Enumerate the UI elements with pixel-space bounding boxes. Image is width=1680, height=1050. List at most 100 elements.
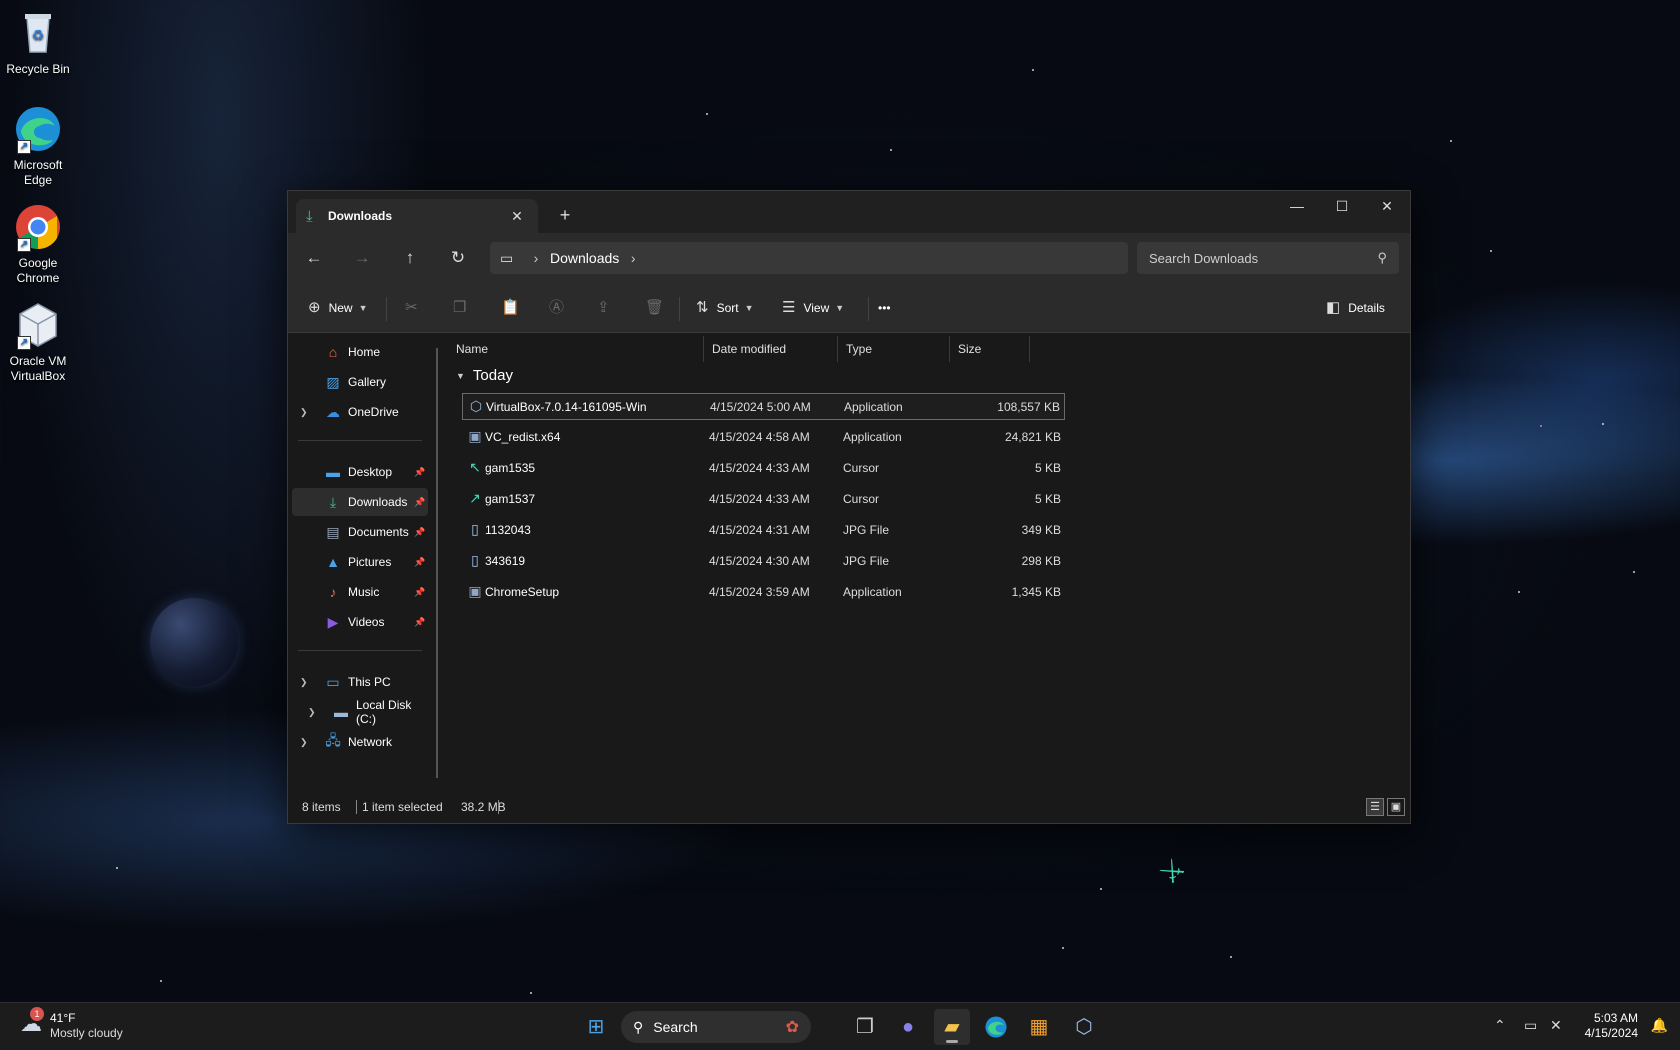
sidebar-item-onedrive[interactable]: ❯ ☁ OneDrive (292, 398, 428, 426)
file-name: gam1535 (485, 461, 536, 475)
back-button[interactable]: ← (297, 242, 331, 274)
desktop-icon: ▬ (326, 464, 340, 480)
start-button[interactable]: ⊞ (578, 1009, 614, 1045)
network-status-icon[interactable]: ✕ (1550, 1017, 1562, 1034)
clock[interactable]: 5:03 AM 4/15/2024 (1585, 1011, 1638, 1041)
sidebar-item-music[interactable]: ♪ Music 📌 (292, 578, 428, 606)
weather-widget[interactable]: ☁ 1 41°F Mostly cloudy (20, 1007, 123, 1041)
file-size: 5 KB (1034, 492, 1061, 506)
share-button[interactable]: ⇪ (597, 295, 610, 321)
file-size: 5 KB (1034, 461, 1061, 475)
sidebar-item-this-pc[interactable]: ❯ ▭ This PC (292, 668, 428, 696)
file-row[interactable]: ↗ gam1537 4/15/2024 4:33 AM Cursor 5 KB (462, 486, 1065, 513)
details-view-button[interactable]: ☰ (1366, 798, 1384, 816)
forward-button[interactable]: → (345, 242, 379, 274)
taskbar: ☁ 1 41°F Mostly cloudy ⊞ ⚲ Search ✿ ❐ ● … (0, 1002, 1680, 1050)
pin-icon[interactable]: 📌 (414, 467, 428, 478)
file-explorer-taskbar-button[interactable]: ▰ (934, 1009, 970, 1045)
virtualbox-taskbar-button[interactable]: ⬡ (1066, 1009, 1102, 1045)
disk-icon: ▬ (334, 704, 348, 720)
file-row[interactable]: ⬡ VirtualBox-7.0.14-161095-Win 4/15/2024… (462, 393, 1065, 420)
file-row[interactable]: ▣ ChromeSetup 4/15/2024 3:59 AM Applicat… (462, 579, 1065, 606)
chevron-right-icon[interactable]: › (619, 250, 647, 266)
sidebar-item-desktop[interactable]: ▬ Desktop 📌 (292, 458, 428, 486)
new-tab-button[interactable]: + (550, 201, 580, 229)
chevron-right-icon[interactable]: ❯ (300, 407, 322, 418)
file-row[interactable]: ↖ gam1535 4/15/2024 4:33 AM Cursor 5 KB (462, 455, 1065, 482)
sidebar-item-pictures[interactable]: ▲ Pictures 📌 (292, 548, 428, 576)
desktop-icon-recycle-bin[interactable]: ♻ Recycle Bin (0, 8, 76, 77)
details-pane-icon: ◧ (1326, 299, 1341, 316)
tab-downloads[interactable]: ⤓ Downloads ✕ (296, 199, 538, 233)
delete-button[interactable]: 🗑 (645, 295, 664, 321)
sidebar-item-documents[interactable]: ▤ Documents 📌 (292, 518, 428, 546)
chevron-down-icon: ▼ (744, 303, 754, 313)
minimize-button[interactable]: — (1274, 191, 1320, 223)
paste-button[interactable]: 📋 (501, 295, 520, 321)
up-button[interactable]: ↑ (393, 242, 427, 274)
file-type: Cursor (843, 492, 880, 506)
command-bar: ⊕ New ▼ ✂ ❐ 📋 Ⓐ ⇪ 🗑 ⇅ Sort ▼ ☰ View ▼ ••… (288, 283, 1410, 333)
sidebar-scrollbar[interactable] (436, 348, 438, 778)
column-header-type[interactable]: Type (838, 336, 950, 362)
sidebar-item-gallery[interactable]: ▨ Gallery (292, 368, 428, 396)
new-button[interactable]: ⊕ New ▼ (308, 295, 368, 321)
file-date: 4/15/2024 5:00 AM (710, 400, 811, 414)
navigation-bar: ← → ↑ ↻ ▭ › Downloads › ⚲ (288, 233, 1410, 283)
pin-icon[interactable]: 📌 (414, 587, 428, 598)
column-header-size[interactable]: Size (950, 336, 1030, 362)
search-box[interactable]: ⚲ (1137, 242, 1399, 274)
file-row[interactable]: ▯ 1132043 4/15/2024 4:31 AM JPG File 349… (462, 517, 1065, 544)
cut-button[interactable]: ✂ (405, 295, 418, 321)
pin-icon[interactable]: 📌 (414, 527, 428, 538)
file-name: 1132043 (485, 523, 531, 537)
column-header-name[interactable]: Name (448, 336, 704, 362)
sidebar-item-videos[interactable]: ▶ Videos 📌 (292, 608, 428, 636)
sort-button[interactable]: ⇅ Sort ▼ (696, 295, 754, 321)
desktop-icon-edge[interactable]: ↗ Microsoft Edge (0, 104, 76, 188)
refresh-button[interactable]: ↻ (441, 242, 475, 274)
desktop-icon-virtualbox[interactable]: ↗ Oracle VM VirtualBox (0, 300, 76, 384)
column-header-date-modified[interactable]: Date modified (704, 336, 838, 362)
sidebar-item-local-disk[interactable]: ❯ ▬ Local Disk (C:) (300, 698, 432, 726)
close-tab-button[interactable]: ✕ (506, 208, 528, 225)
virtualbox-icon: ⬡ (469, 398, 483, 414)
pin-icon[interactable]: 📌 (414, 557, 428, 568)
sidebar-item-label: This PC (348, 675, 391, 689)
file-row[interactable]: ▣ VC_redist.x64 4/15/2024 4:58 AM Applic… (462, 424, 1065, 451)
rename-button[interactable]: Ⓐ (549, 295, 564, 321)
chevron-right-icon[interactable]: ❯ (308, 707, 330, 718)
task-view-button[interactable]: ❐ (847, 1009, 883, 1045)
edge-taskbar-button[interactable] (978, 1009, 1014, 1045)
pin-icon[interactable]: 📌 (414, 617, 428, 628)
notification-bell-icon[interactable]: 🔔 (1651, 1017, 1668, 1034)
search-input[interactable] (1149, 250, 1378, 266)
sidebar-item-network[interactable]: ❯ 🖧 Network (292, 728, 428, 756)
breadcrumb-downloads[interactable]: Downloads (550, 250, 619, 266)
copy-button[interactable]: ❐ (453, 295, 466, 321)
sidebar-item-home[interactable]: ⌂ Home (292, 338, 428, 366)
large-icons-view-button[interactable]: ▣ (1387, 798, 1405, 816)
file-size: 24,821 KB (1004, 430, 1061, 444)
pin-icon[interactable]: 📌 (414, 497, 428, 508)
group-header-today[interactable]: ▼ Today (456, 367, 513, 384)
gallery-icon: ▨ (326, 373, 340, 390)
file-row[interactable]: ▯ 343619 4/15/2024 4:30 AM JPG File 298 … (462, 548, 1065, 575)
view-button[interactable]: ☰ View ▼ (782, 295, 844, 321)
sidebar-item-label: Pictures (348, 555, 392, 569)
chevron-right-icon[interactable]: ❯ (300, 737, 322, 748)
taskbar-search[interactable]: ⚲ Search ✿ (621, 1011, 811, 1043)
close-window-button[interactable]: ✕ (1364, 191, 1410, 223)
maximize-button[interactable]: ☐ (1319, 191, 1365, 223)
teams-chat-button[interactable]: ● (890, 1009, 926, 1045)
chevron-up-icon[interactable]: ⌃ (1494, 1017, 1506, 1034)
display-icon[interactable]: ▭ (1524, 1017, 1537, 1034)
chevron-down-icon[interactable]: ❯ (300, 677, 322, 688)
see-more-button[interactable]: ••• (878, 295, 891, 321)
details-pane-button[interactable]: ◧ Details (1326, 295, 1385, 321)
address-bar[interactable]: ▭ › Downloads › (490, 242, 1128, 274)
sidebar-item-downloads[interactable]: ⤓ Downloads 📌 (292, 488, 428, 516)
store-taskbar-button[interactable]: ▦ (1021, 1009, 1057, 1045)
desktop-icon-chrome[interactable]: ↗ Google Chrome (0, 202, 76, 286)
jpg-file-icon: ▯ (471, 521, 479, 537)
